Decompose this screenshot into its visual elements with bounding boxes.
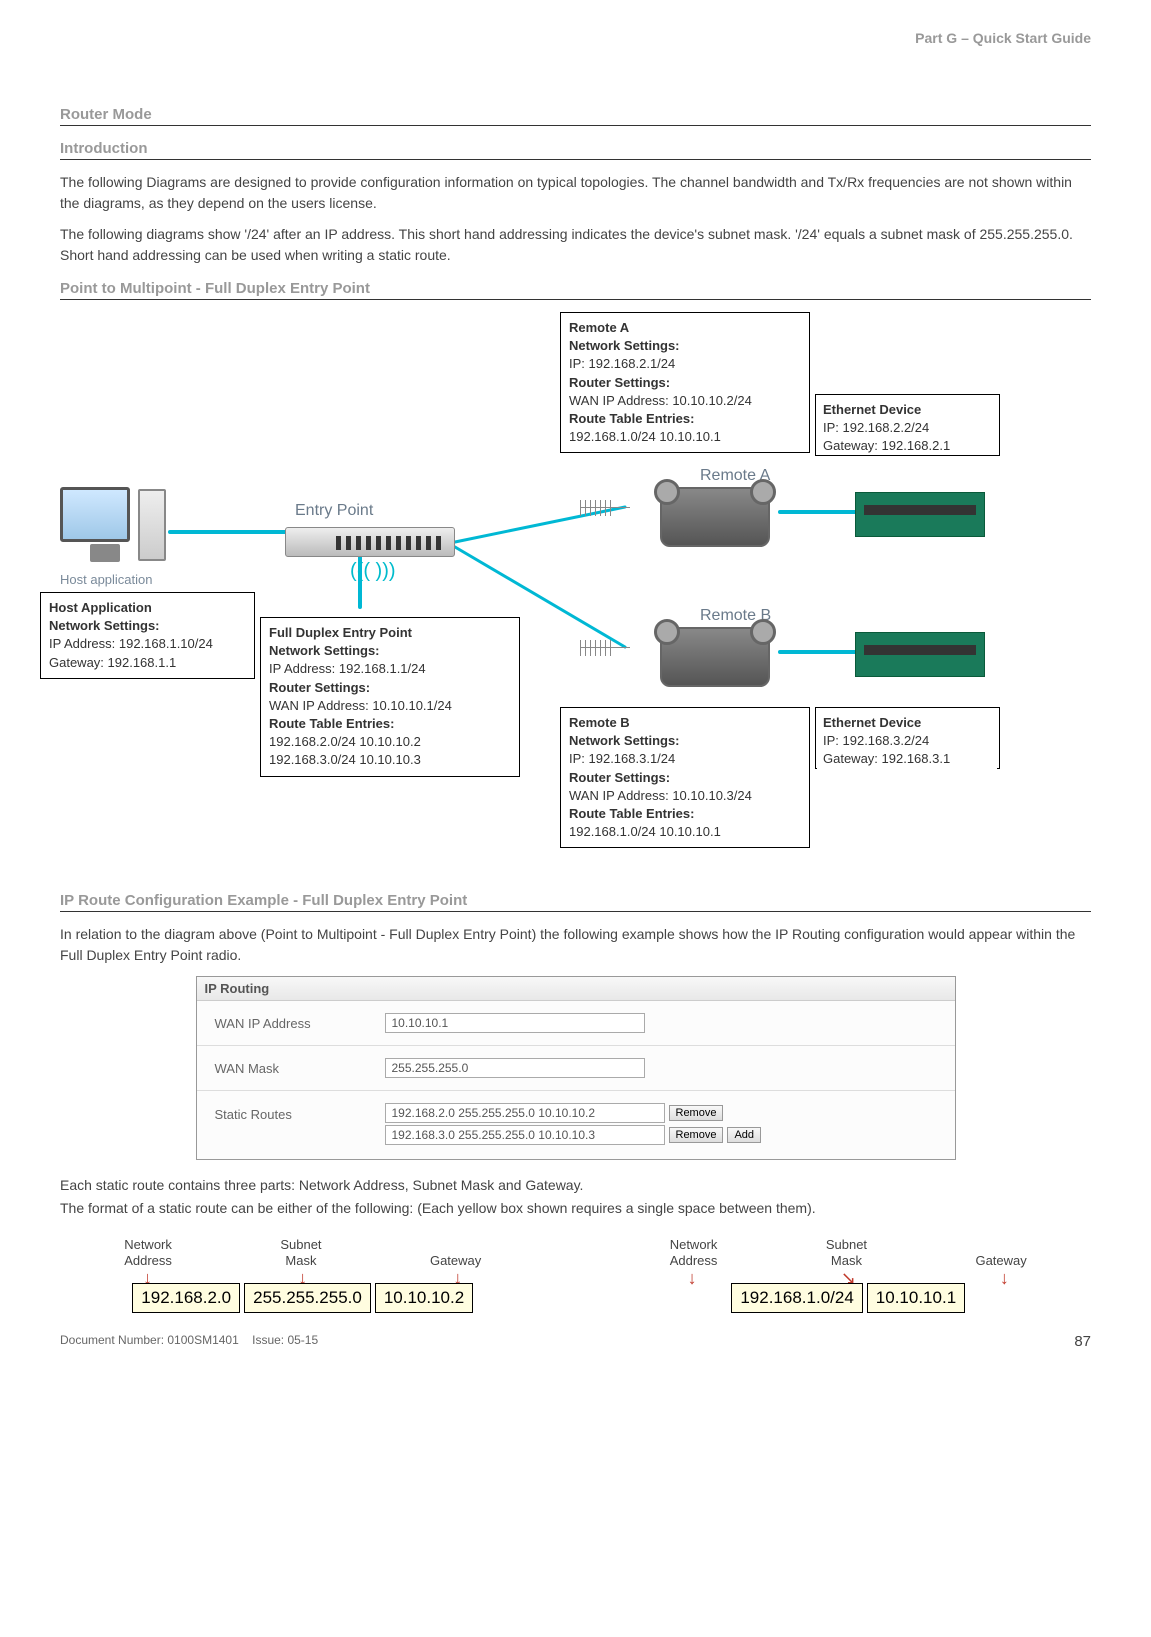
remote-a-wan: WAN IP Address: 10.10.10.2/24 [569,392,801,410]
remote-b-wan: WAN IP Address: 10.10.10.3/24 [569,787,801,805]
page-header: Part G – Quick Start Guide [60,30,1091,46]
issue-number: Issue: 05-15 [252,1333,318,1347]
sr2-mask: Mask [831,1253,862,1268]
sr-example-2: NetworkAddress SubnetMask Gateway ↓ ↘ ↓ 19… [616,1237,1082,1313]
sr1-net: Network [124,1237,172,1252]
eth-b-ip: IP: 192.168.3.2/24 [823,732,991,750]
remote-a-rtehdr: Route Table Entries: [569,410,801,428]
eth-a-border [815,394,1000,456]
entry-point-label: Entry Point [295,502,373,520]
wan-mask-label: WAN Mask [215,1061,385,1076]
ep-nethdr: Network Settings: [269,642,511,660]
host-app-ip: IP Address: 192.168.1.10/24 [49,635,246,653]
sr1-addr: Address [124,1253,172,1268]
remote-b-rte: 192.168.1.0/24 10.10.10.1 [569,823,801,841]
section-router-mode: Router Mode [60,106,1091,126]
arrow-icon: ↓ [143,1274,152,1283]
antenna-b [580,647,630,649]
remote-b-rtehdr: Route Table Entries: [569,805,801,823]
remote-b-title: Remote B [569,714,801,732]
ep-title: Full Duplex Entry Point [269,624,511,642]
remote-a-rte: 192.168.1.0/24 10.10.10.1 [569,428,801,446]
sr2-sub: Subnet [826,1237,867,1252]
sr1-box-net: 192.168.2.0 [132,1283,240,1313]
eth-b-gw: Gateway: 192.168.3.1 [823,750,991,768]
intro-paragraph-2: The following diagrams show '/24' after … [60,224,1091,266]
wan-ip-label: WAN IP Address [215,1016,385,1031]
ep-wan: WAN IP Address: 10.10.10.1/24 [269,697,511,715]
remove-route-1-button[interactable]: Remove [669,1105,724,1121]
entry-point-info: Full Duplex Entry Point Network Settings… [260,617,520,777]
remote-a-routerhdr: Router Settings: [569,374,801,392]
static-route-format-examples: NetworkAddress SubnetMask Gateway ↓↓↓ 19… [70,1237,1081,1313]
arrow-icon: ↓ [1000,1274,1009,1283]
sr1-mask: Mask [285,1253,316,1268]
remote-a-device [660,487,770,547]
static-routes-label: Static Routes [215,1103,385,1122]
remote-b-routerhdr: Router Settings: [569,769,801,787]
remote-a-nethdr: Network Settings: [569,337,801,355]
sr2-net: Network [670,1237,718,1252]
sr2-box-gw: 10.10.10.1 [867,1283,965,1313]
sr-example-1: NetworkAddress SubnetMask Gateway ↓ ↓ ↓ 19… [70,1237,536,1313]
arrow-icon: ↓ [298,1274,307,1283]
arrow-icon: ↓ [453,1274,462,1283]
static-route-note-1: Each static route contains three parts: … [60,1175,1091,1196]
host-app-nethdr: Network Settings: [49,617,246,635]
remote-b-info: Remote B Network Settings: IP: 192.168.3… [560,707,810,848]
topology-diagram: Remote A Network Settings: IP: 192.168.2… [60,312,1091,962]
remove-route-2-button[interactable]: Remove [669,1127,724,1143]
eth-b-info: Ethernet Device IP: 192.168.3.2/24 Gatew… [817,710,997,773]
wan-ip-input[interactable] [385,1013,645,1033]
eth-b-device [855,632,985,677]
remote-a-ip: IP: 192.168.2.1/24 [569,355,801,373]
ip-routing-header: IP Routing [197,977,955,1001]
ip-routing-panel: IP Routing WAN IP Address WAN Mask Stati… [196,976,956,1160]
remote-b-ip: IP: 192.168.3.1/24 [569,750,801,768]
static-route-1-input[interactable] [385,1103,665,1123]
static-route-2-input[interactable] [385,1125,665,1145]
wan-mask-input[interactable] [385,1058,645,1078]
antenna-a [580,507,630,509]
ep-rte1: 192.168.2.0/24 10.10.10.2 [269,733,511,751]
sr2-addr: Address [670,1253,718,1268]
remote-a-info: Remote A Network Settings: IP: 192.168.2… [560,312,810,453]
sr1-box-gw: 10.10.10.2 [375,1283,473,1313]
add-route-button[interactable]: Add [727,1127,761,1143]
host-app-title: Host Application [49,599,246,617]
page-footer: Document Number: 0100SM1401 Issue: 05-15… [60,1333,1091,1350]
doc-number: Document Number: 0100SM1401 [60,1333,239,1347]
sr1-gw: Gateway [430,1253,481,1268]
section-introduction: Introduction [60,140,1091,160]
host-label: Host application [60,572,153,587]
ep-routerhdr: Router Settings: [269,679,511,697]
eth-b-title: Ethernet Device [823,714,991,732]
sr1-sub: Subnet [280,1237,321,1252]
entry-point-device [285,527,455,557]
arrow-icon: ↘ [841,1274,856,1283]
static-route-note-2: The format of a static route can be eith… [60,1198,1091,1219]
host-app-gw: Gateway: 192.168.1.1 [49,654,246,672]
ep-rte2: 192.168.3.0/24 10.10.10.3 [269,751,511,769]
intro-paragraph-1: The following Diagrams are designed to p… [60,172,1091,214]
remote-a-title: Remote A [569,319,801,337]
ep-ip: IP Address: 192.168.1.1/24 [269,660,511,678]
wifi-icon: ((( ))) [350,560,396,583]
sr1-box-mask: 255.255.255.0 [244,1283,371,1313]
section-p2mp: Point to Multipoint - Full Duplex Entry … [60,280,1091,300]
host-monitor-icon [60,487,150,577]
remote-b-device [660,627,770,687]
eth-a-device [855,492,985,537]
sr2-box-net: 192.168.1.0/24 [731,1283,862,1313]
arrow-icon: ↓ [688,1274,697,1283]
ep-rtehdr: Route Table Entries: [269,715,511,733]
remote-b-nethdr: Network Settings: [569,732,801,750]
sr2-gw: Gateway [975,1253,1026,1268]
host-app-info: Host Application Network Settings: IP Ad… [40,592,255,679]
page-number: 87 [1074,1333,1091,1350]
